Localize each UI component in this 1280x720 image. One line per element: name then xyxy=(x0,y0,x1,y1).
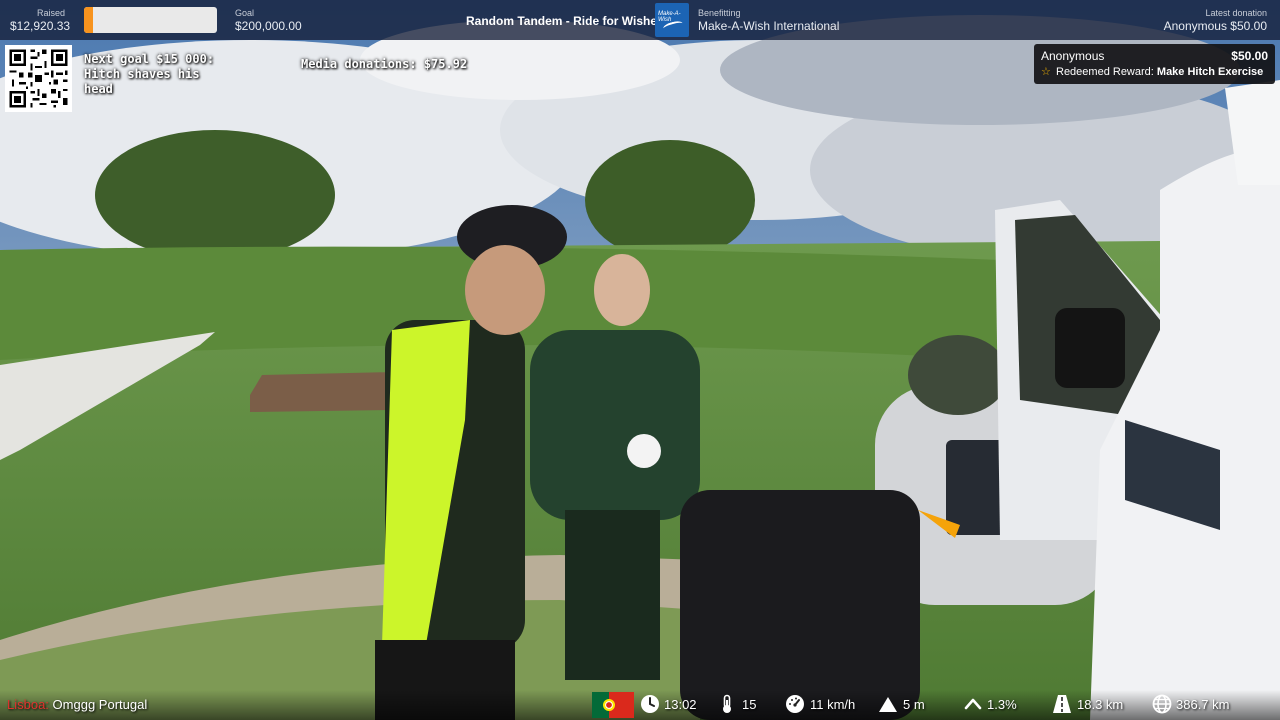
next-goal-text: Next goal $15 000: Hitch shaves his head xyxy=(84,52,215,96)
total-distance-value: 386.7 km xyxy=(1176,697,1230,712)
video-background xyxy=(0,0,1280,720)
grade-value: 1.3% xyxy=(987,697,1017,712)
road-icon xyxy=(1053,695,1071,713)
distance-value: 18.3 km xyxy=(1077,697,1124,712)
goal-amount: $200,000.00 xyxy=(235,19,302,33)
portugal-flag-icon xyxy=(592,692,634,718)
altitude-value: 5 m xyxy=(903,697,925,712)
reward-text: Redeemed Reward: Make Hitch Exercise xyxy=(1056,66,1263,78)
charity-name: Make-A-Wish International xyxy=(698,19,840,33)
make-a-wish-logo: Make-A-Wish xyxy=(655,3,689,37)
clock-icon xyxy=(641,695,659,713)
donor-name: Anonymous xyxy=(1041,49,1105,63)
benefitting-label: Benefitting xyxy=(698,8,741,18)
donation-amount: $50.00 xyxy=(1231,49,1268,63)
raised-amount: $12,920.33 xyxy=(10,19,71,33)
temperature-value: 15 xyxy=(742,697,757,712)
location-city: Lisboa: xyxy=(7,697,49,712)
stream-title: Random Tandem - Ride for Wishes xyxy=(466,14,664,28)
latest-donation-label: Latest donation xyxy=(1205,8,1267,18)
speedometer-icon xyxy=(786,695,804,713)
fundraising-progress-bar xyxy=(84,7,217,33)
star-icon: ☆ xyxy=(1041,66,1051,78)
location-text: Omggg Portugal xyxy=(52,697,148,712)
qr-code-icon xyxy=(5,45,72,112)
goal-label: Goal xyxy=(235,8,255,18)
speed-value: 11 km/h xyxy=(810,697,856,712)
mountain-icon xyxy=(879,697,897,712)
top-info-bar: Raised $12,920.33 Goal $200,000.00 Rando… xyxy=(0,0,1280,40)
reward-prefix: Redeemed Reward: xyxy=(1056,66,1154,78)
location-label: Lisboa: Omggg Portugal xyxy=(7,697,147,712)
progress-fill xyxy=(84,7,93,33)
raised-label: Raised xyxy=(37,8,66,18)
grade-up-icon xyxy=(964,698,982,710)
donation-alert: Anonymous $50.00 ☆ Redeemed Reward: Make… xyxy=(1034,44,1275,84)
globe-icon xyxy=(1152,694,1172,714)
latest-donation-value: Anonymous $50.00 xyxy=(1163,19,1267,33)
time-value: 13:02 xyxy=(664,697,697,712)
reward-name: Make Hitch Exercise xyxy=(1156,66,1264,78)
thermometer-icon xyxy=(723,694,731,713)
media-donations-text: Media donations: $75.92 xyxy=(301,57,468,71)
